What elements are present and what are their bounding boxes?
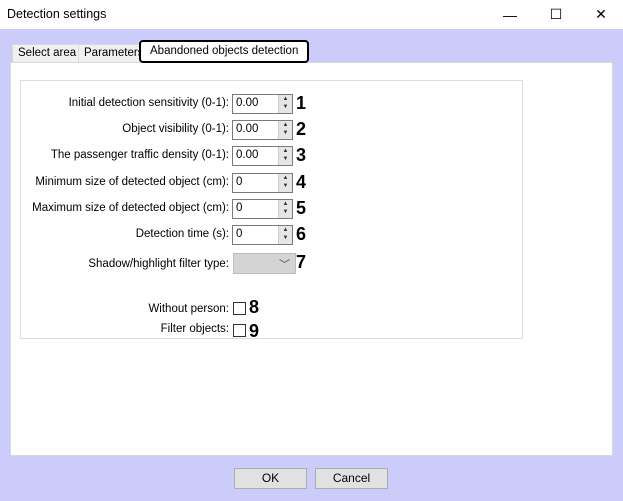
field-label: Minimum size of detected object (cm): xyxy=(35,176,229,188)
field-label: Initial detection sensitivity (0-1): xyxy=(68,97,229,109)
field-label: Detection time (s): xyxy=(135,228,229,240)
marker-7: 7 xyxy=(296,252,307,272)
numeric-stepper[interactable]: 0 ▲ ▼ xyxy=(232,225,293,245)
title-bar: Detection settings — ☐ ✕ xyxy=(0,0,623,29)
marker-3: 3 xyxy=(296,145,307,165)
ok-button[interactable]: OK xyxy=(234,468,307,489)
spinner-arrows-icon[interactable]: ▲ ▼ xyxy=(278,95,292,113)
field-label: The passenger traffic density (0-1): xyxy=(50,149,229,161)
spinner-arrows-icon[interactable]: ▲ ▼ xyxy=(278,174,292,192)
shadow-filter-label: Shadow/highlight filter type: xyxy=(88,258,229,270)
field-value: 0 xyxy=(236,176,243,188)
window-title: Detection settings xyxy=(7,7,107,21)
numeric-stepper[interactable]: 0.00 ▲ ▼ xyxy=(232,146,293,166)
field-label: Object visibility (0-1): xyxy=(122,123,229,135)
chevron-down-icon: ﹀ xyxy=(279,259,290,271)
tab-abandoned-objects-detection[interactable]: Abandoned objects detection xyxy=(139,40,310,63)
marker-6: 6 xyxy=(296,224,307,244)
spinner-arrows-icon[interactable]: ▲ ▼ xyxy=(278,200,292,218)
field-value: 0.00 xyxy=(236,149,259,161)
marker-5: 5 xyxy=(296,198,307,218)
filter-objects-checkbox[interactable] xyxy=(233,324,246,337)
numeric-stepper[interactable]: 0.00 ▲ ▼ xyxy=(232,120,293,140)
marker-1: 1 xyxy=(296,93,307,113)
numeric-stepper[interactable]: 0.00 ▲ ▼ xyxy=(232,94,293,114)
numeric-stepper[interactable]: 0 ▲ ▼ xyxy=(232,199,293,219)
cancel-button[interactable]: Cancel xyxy=(315,468,388,489)
spinner-arrows-icon[interactable]: ▲ ▼ xyxy=(278,121,292,139)
minimize-button[interactable]: — xyxy=(487,0,533,29)
marker-2: 2 xyxy=(296,119,307,139)
numeric-stepper[interactable]: 0 ▲ ▼ xyxy=(232,173,293,193)
marker-9: 9 xyxy=(249,321,260,341)
field-value: 0 xyxy=(236,228,243,240)
shadow-filter-select[interactable]: ﹀ xyxy=(233,253,296,274)
spinner-arrows-icon[interactable]: ▲ ▼ xyxy=(278,147,292,165)
filter-objects-label: Filter objects: xyxy=(160,323,229,335)
without-person-checkbox[interactable] xyxy=(233,302,246,315)
close-button[interactable]: ✕ xyxy=(578,0,623,29)
spinner-arrows-icon[interactable]: ▲ ▼ xyxy=(278,226,292,244)
marker-8: 8 xyxy=(249,297,260,317)
marker-4: 4 xyxy=(296,172,307,192)
without-person-label: Without person: xyxy=(148,303,229,315)
field-label: Maximum size of detected object (cm): xyxy=(32,202,229,214)
field-value: 0 xyxy=(236,202,243,214)
maximize-button[interactable]: ☐ xyxy=(533,0,579,29)
field-value: 0.00 xyxy=(236,123,259,135)
tab-select-area[interactable]: Select area xyxy=(12,44,83,63)
field-value: 0.00 xyxy=(236,97,259,109)
